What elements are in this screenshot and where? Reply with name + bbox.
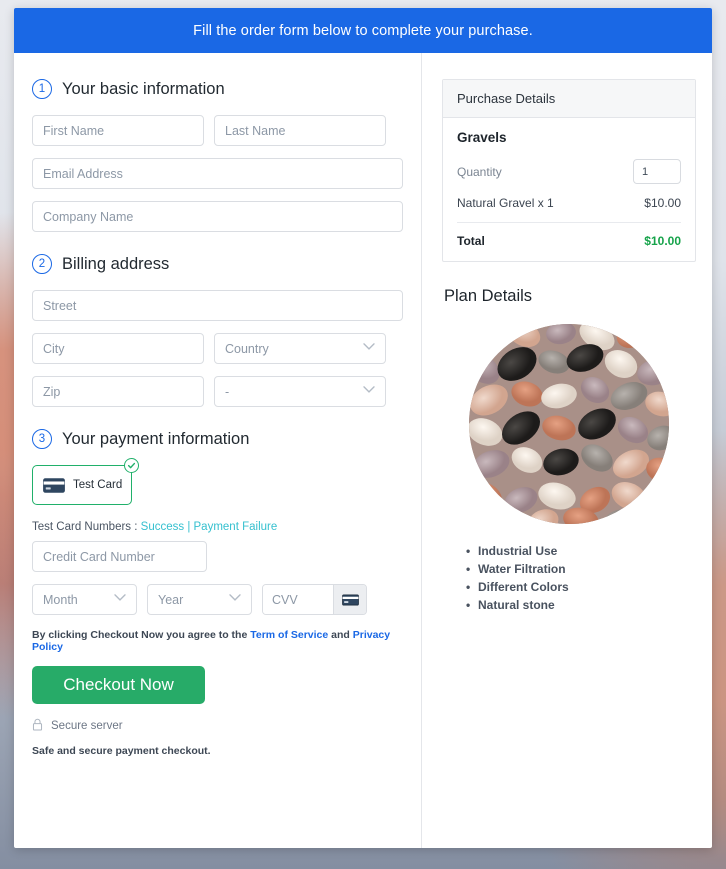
credit-card-icon [333, 585, 366, 614]
company-row [32, 201, 403, 232]
name-row [32, 115, 403, 146]
year-select[interactable]: Year [147, 584, 252, 615]
zip-input[interactable] [32, 376, 204, 407]
last-name-input[interactable] [214, 115, 386, 146]
total-label: Total [457, 234, 485, 248]
zip-state-row: - [32, 376, 403, 407]
street-input[interactable] [32, 290, 403, 321]
email-input[interactable] [32, 158, 403, 189]
list-item: Industrial Use [466, 544, 696, 558]
list-item: Water Filtration [466, 562, 696, 576]
step-2-heading: 2 Billing address [32, 254, 403, 274]
secure-server-row: Secure server [32, 718, 403, 734]
purchase-details-panel: Purchase Details Gravels Quantity Natura… [442, 79, 696, 262]
summary-column: Purchase Details Gravels Quantity Natura… [422, 53, 712, 848]
credit-card-row [32, 541, 403, 572]
country-select[interactable]: Country [214, 333, 386, 364]
total-amount: $10.00 [644, 234, 681, 248]
step-3-heading: 3 Your payment information [32, 429, 403, 449]
step-1-heading: 1 Your basic information [32, 79, 403, 99]
quantity-input[interactable] [633, 159, 681, 184]
year-select-wrap: Year [147, 584, 252, 615]
step-3-title: Your payment information [62, 429, 250, 448]
order-form-column: 1 Your basic information 2 Billing addre… [14, 53, 422, 848]
terms-of-service-link[interactable]: Term of Service [250, 629, 328, 641]
step-2-number: 2 [32, 254, 52, 274]
expiry-cvv-row: Month Year [32, 584, 403, 615]
cvv-input[interactable] [263, 585, 333, 614]
country-select-wrap: Country [214, 333, 386, 364]
success-link[interactable]: Success [141, 521, 184, 533]
credit-card-number-input[interactable] [32, 541, 207, 572]
plan-image-wrap [442, 324, 696, 524]
test-card-numbers-line: Test Card Numbers : Success | Payment Fa… [32, 521, 403, 533]
payment-failure-link[interactable]: Payment Failure [194, 521, 278, 533]
checkout-window: Fill the order form below to complete yo… [14, 8, 712, 848]
page-banner: Fill the order form below to complete yo… [14, 8, 712, 53]
check-circle-icon [124, 458, 139, 473]
content-columns: 1 Your basic information 2 Billing addre… [14, 53, 712, 848]
first-name-input[interactable] [32, 115, 204, 146]
quantity-row: Quantity [457, 159, 681, 184]
month-select-wrap: Month [32, 584, 137, 615]
email-row [32, 158, 403, 189]
list-item: Natural stone [466, 598, 696, 612]
company-name-input[interactable] [32, 201, 403, 232]
link-separator: | [184, 521, 194, 533]
test-card-tile-wrap: Test Card [32, 458, 139, 505]
plan-feature-list: Industrial Use Water Filtration Differen… [442, 544, 696, 612]
line-item-amount: $10.00 [644, 196, 681, 210]
city-input[interactable] [32, 333, 204, 364]
list-item: Different Colors [466, 580, 696, 594]
total-row: Total $10.00 [457, 234, 681, 248]
secure-server-label: Secure server [51, 720, 123, 732]
step-2-title: Billing address [62, 254, 170, 273]
gravel-stones-photo [469, 324, 669, 524]
product-name: Gravels [457, 130, 507, 145]
state-select[interactable]: - [214, 376, 386, 407]
cvv-group [262, 584, 367, 615]
safe-checkout-note: Safe and secure payment checkout. [32, 745, 211, 757]
step-1-number: 1 [32, 79, 52, 99]
city-country-row: Country [32, 333, 403, 364]
agreement-prefix: By clicking Checkout Now you agree to th… [32, 629, 251, 641]
banner-text: Fill the order form below to complete yo… [193, 22, 533, 39]
purchase-details-header: Purchase Details [443, 80, 695, 118]
quantity-label: Quantity [457, 164, 502, 179]
credit-card-icon [43, 477, 65, 493]
step-3-number: 3 [32, 429, 52, 449]
line-item-row: Natural Gravel x 1 $10.00 [457, 196, 681, 223]
purchase-details-body: Gravels Quantity Natural Gravel x 1 $10.… [443, 118, 695, 261]
lock-icon [32, 718, 43, 734]
street-row [32, 290, 403, 321]
test-card-numbers-prefix: Test Card Numbers : [32, 521, 141, 533]
test-card-option[interactable]: Test Card [32, 465, 132, 505]
checkout-now-button[interactable]: Checkout Now [32, 666, 205, 704]
agreement-text: By clicking Checkout Now you agree to th… [32, 629, 403, 653]
state-select-wrap: - [214, 376, 386, 407]
agreement-between: and [328, 629, 353, 641]
plan-details-title: Plan Details [444, 287, 533, 305]
test-card-label: Test Card [73, 479, 123, 491]
line-item-label: Natural Gravel x 1 [457, 196, 554, 210]
month-select[interactable]: Month [32, 584, 137, 615]
step-1-title: Your basic information [62, 79, 225, 98]
